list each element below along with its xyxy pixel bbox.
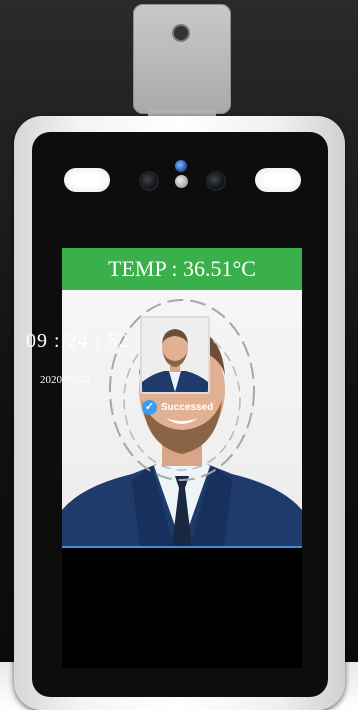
thermal-sensor-lens: [174, 26, 188, 40]
info-panel: [62, 548, 302, 668]
thermal-sensor-module: [133, 4, 231, 114]
camera-center: [175, 175, 188, 188]
clock-time: 09 : 24 : 52: [26, 330, 130, 352]
recognition-status: ✓ Successed: [142, 399, 213, 415]
captured-face-thumbnail: [140, 316, 210, 394]
camera-indicator: [175, 160, 187, 172]
temperature-banner: TEMP : 36.51°C: [62, 248, 302, 290]
status-label: Successed: [161, 401, 214, 413]
display-screen: TEMP : 36.51°C: [62, 248, 302, 668]
check-circle-icon: ✓: [142, 399, 157, 415]
clock-date: 2020/05/12: [40, 374, 91, 386]
ir-light-right: [255, 168, 301, 192]
ir-light-left: [64, 168, 110, 192]
camera-left: [141, 173, 157, 189]
camera-right: [208, 173, 224, 189]
